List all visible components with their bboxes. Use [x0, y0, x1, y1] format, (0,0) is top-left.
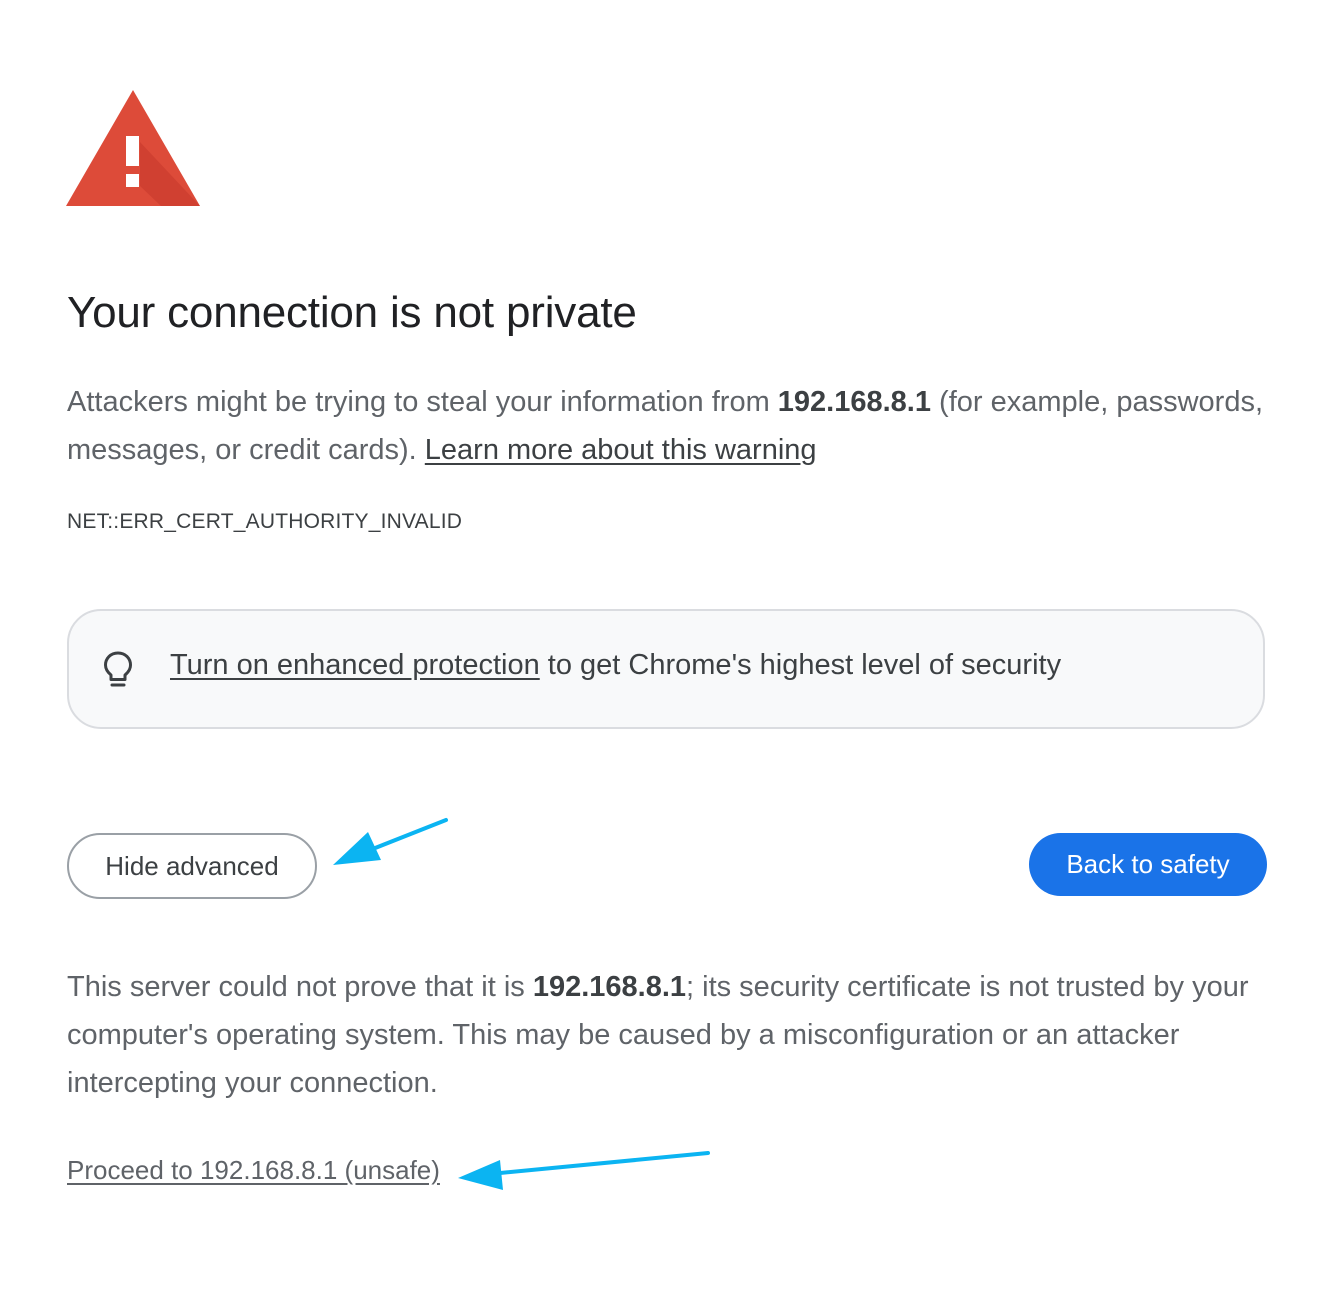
error-code: NET::ERR_CERT_AUTHORITY_INVALID [67, 510, 463, 533]
lightbulb-icon [104, 651, 132, 687]
details-text-before-host: This server could not prove that it is [67, 971, 533, 1003]
annotation-arrow-proceed [458, 1151, 710, 1190]
intro-text-before-host: Attackers might be trying to steal your … [67, 386, 778, 418]
enhanced-protection-message: Turn on enhanced protection to get Chrom… [170, 649, 1061, 682]
enhanced-protection-banner: Turn on enhanced protection to get Chrom… [67, 609, 1265, 729]
intro-host: 192.168.8.1 [777, 386, 931, 418]
back-to-safety-button[interactable]: Back to safety [1029, 833, 1267, 896]
details-host: 192.168.8.1 [532, 971, 687, 1003]
details-paragraph: This server could not prove that it is 1… [67, 963, 1267, 1107]
enhanced-protection-text: to get Chrome's highest level of securit… [539, 649, 1062, 681]
learn-more-link[interactable]: Learn more about this warning [425, 434, 817, 466]
proceed-unsafe-link[interactable]: Proceed to 192.168.8.1 (unsafe) [67, 1155, 440, 1186]
warning-triangle-icon [66, 90, 200, 206]
page-title: Your connection is not private [67, 288, 637, 337]
annotation-arrow-hide-advanced [333, 818, 448, 865]
hide-advanced-button[interactable]: Hide advanced [67, 833, 317, 899]
intro-paragraph: Attackers might be trying to steal your … [67, 378, 1267, 474]
enhanced-protection-link[interactable]: Turn on enhanced protection [170, 649, 540, 681]
